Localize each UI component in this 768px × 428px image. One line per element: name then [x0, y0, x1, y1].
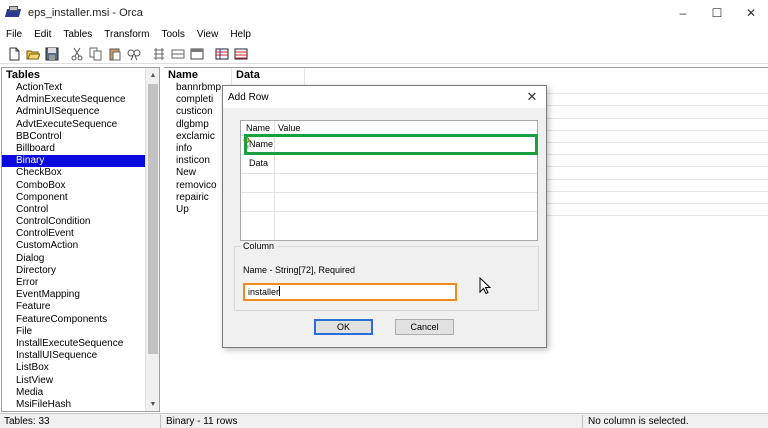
column-description: Name - String[72], Required	[243, 265, 356, 275]
table-item[interactable]: FeatureComponents	[2, 314, 146, 326]
window-controls: – ☐ ✕	[666, 0, 768, 26]
column-header-name[interactable]: Name	[164, 68, 230, 82]
add-row-dialog: Add Row ✕ Name Value Name Data Column Na…	[222, 85, 547, 348]
field-list-header-value[interactable]: Value	[278, 121, 300, 135]
table-item[interactable]: InstallExecuteSequence	[2, 338, 146, 350]
tables-panel: Tables ActionText AdminExecuteSequence A…	[1, 67, 160, 412]
dialog-title: Add Row	[228, 91, 269, 103]
menu-tables[interactable]: Tables	[57, 29, 98, 40]
tables-list: ActionText AdminExecuteSequence AdminUIS…	[2, 82, 146, 411]
menu-edit[interactable]: Edit	[28, 29, 57, 40]
table-item[interactable]: ListView	[2, 375, 146, 387]
menu-file[interactable]: File	[0, 29, 28, 40]
scroll-up-icon[interactable]: ▲	[146, 68, 159, 82]
table-item[interactable]: AdminExecuteSequence	[2, 94, 146, 106]
table-item-selected[interactable]: Binary	[2, 155, 146, 168]
column-value-input[interactable]: installer	[243, 283, 457, 301]
table-item[interactable]: ControlCondition	[2, 216, 146, 228]
table-item[interactable]: ActionText	[2, 82, 146, 94]
table-item[interactable]: EventMapping	[2, 289, 146, 301]
merge-icon[interactable]	[233, 47, 249, 61]
table-item[interactable]: Error	[2, 277, 146, 289]
table-item[interactable]: Dialog	[2, 253, 146, 265]
table-item[interactable]: Component	[2, 192, 146, 204]
cut-icon[interactable]	[69, 47, 85, 61]
mouse-pointer-icon	[479, 277, 491, 295]
table-item[interactable]: CustomAction	[2, 240, 146, 252]
table-item[interactable]: CheckBox	[2, 167, 146, 179]
scroll-down-icon[interactable]: ▼	[146, 397, 159, 411]
status-bar: Tables: 33 Binary - 11 rows No column is…	[0, 413, 768, 428]
scroll-thumb[interactable]	[148, 84, 158, 354]
title-bar: eps_installer.msi - Orca – ☐ ✕	[0, 0, 768, 26]
ok-button[interactable]: OK	[314, 319, 373, 335]
column-group: Column Name - String[72], Required insta…	[234, 241, 539, 311]
tables-scrollbar[interactable]: ▲ ▼	[145, 68, 159, 411]
add-row-icon[interactable]	[170, 47, 186, 61]
table-item[interactable]: InstallUISequence	[2, 350, 146, 362]
table-icon[interactable]	[151, 47, 167, 61]
menu-bar: File Edit Tables Transform Tools View He…	[0, 26, 257, 43]
save-icon[interactable]	[44, 47, 60, 61]
field-list: Name Value Name Data	[240, 120, 538, 241]
menu-transform[interactable]: Transform	[98, 29, 155, 40]
maximize-button[interactable]: ☐	[700, 0, 734, 26]
status-table-info: Binary - 11 rows	[166, 416, 238, 427]
validate-icon[interactable]	[214, 47, 230, 61]
status-tables-count: Tables: 33	[4, 416, 50, 427]
dialog-title-bar: Add Row ✕	[223, 86, 546, 108]
cancel-button[interactable]: Cancel	[395, 319, 454, 335]
field-name-label: Data	[249, 158, 269, 168]
menu-tools[interactable]: Tools	[155, 29, 190, 40]
table-item[interactable]: Feature	[2, 301, 146, 313]
toolbar	[0, 44, 768, 64]
selected-field-highlight	[244, 134, 538, 155]
table-item[interactable]: ControlEvent	[2, 228, 146, 240]
minimize-button[interactable]: –	[666, 0, 700, 26]
table-item[interactable]: Control	[2, 204, 146, 216]
close-button[interactable]: ✕	[734, 0, 768, 26]
new-icon[interactable]	[6, 47, 22, 61]
table-item[interactable]: File	[2, 326, 146, 338]
table-item[interactable]: Directory	[2, 265, 146, 277]
column-header-data[interactable]: Data	[232, 68, 304, 82]
find-icon[interactable]	[126, 47, 142, 61]
menu-view[interactable]: View	[191, 29, 225, 40]
tables-header: Tables	[6, 69, 41, 81]
table-item[interactable]: Media	[2, 387, 146, 399]
open-icon[interactable]	[25, 47, 41, 61]
column-group-label: Column	[241, 241, 277, 251]
table-item[interactable]: ListBox	[2, 362, 146, 374]
dialog-close-icon[interactable]: ✕	[524, 89, 540, 105]
table-item[interactable]: Billboard	[2, 143, 146, 155]
tables-icon[interactable]	[189, 47, 205, 61]
status-column-info: No column is selected.	[588, 416, 689, 427]
table-item[interactable]: AdvtExecuteSequence	[2, 119, 146, 131]
field-list-header: Name Value	[241, 121, 537, 135]
table-item[interactable]: BBControl	[2, 131, 146, 143]
field-list-header-name[interactable]: Name	[241, 121, 274, 135]
table-item[interactable]: MsiFileHash	[2, 399, 146, 411]
orca-app-icon	[4, 6, 22, 20]
window-title: eps_installer.msi - Orca	[28, 7, 143, 19]
paste-icon[interactable]	[107, 47, 123, 61]
copy-icon[interactable]	[88, 47, 104, 61]
field-row-data[interactable]: Data	[241, 154, 537, 173]
menu-help[interactable]: Help	[224, 29, 257, 40]
table-item[interactable]: ComboBox	[2, 180, 146, 192]
table-item[interactable]: AdminUISequence	[2, 106, 146, 118]
